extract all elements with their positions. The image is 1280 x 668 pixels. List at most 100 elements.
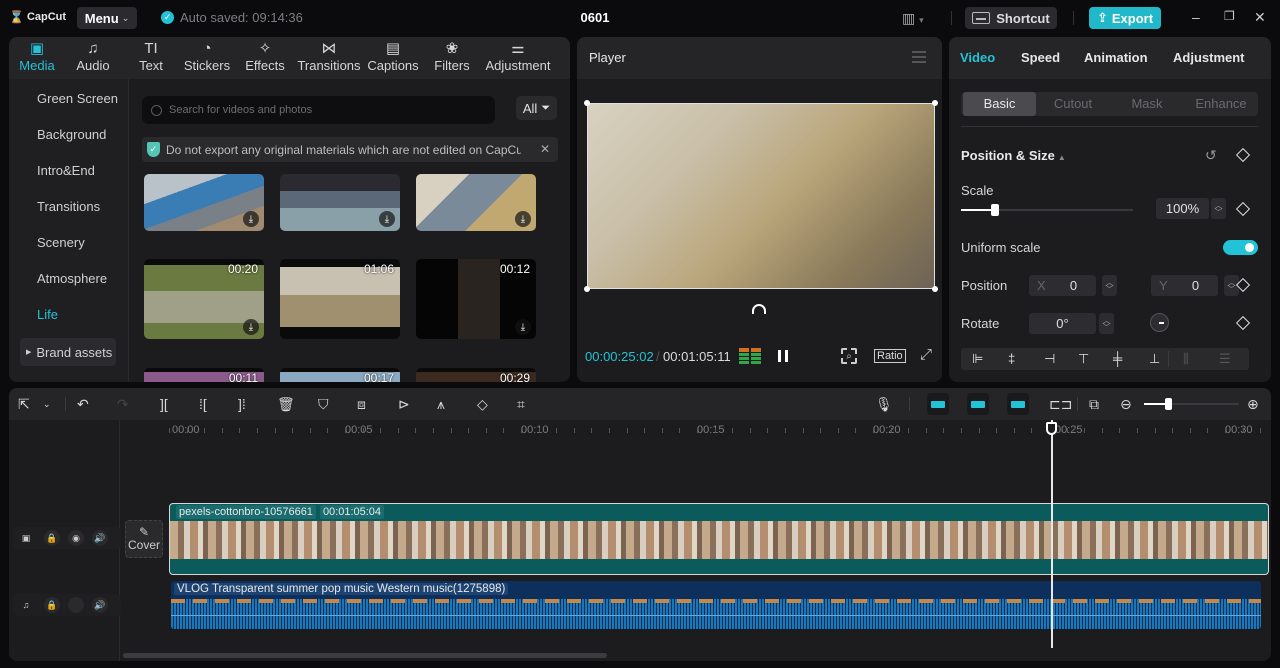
scale-slider-knob[interactable] bbox=[991, 204, 1000, 216]
download-icon[interactable]: ⤓ bbox=[515, 211, 531, 227]
reverse-icon[interactable]: ⊳ bbox=[398, 395, 410, 413]
nav-item-green-screen[interactable]: Green Screen bbox=[37, 91, 118, 106]
zoom-slider-knob[interactable] bbox=[1164, 398, 1172, 410]
align-middle-v-icon[interactable]: ╪ bbox=[1113, 351, 1122, 366]
brand-assets-item[interactable]: ▶ Brand assets bbox=[20, 338, 116, 366]
media-thumbnail[interactable]: ⤓ bbox=[280, 174, 400, 231]
resize-handle[interactable] bbox=[932, 100, 938, 106]
download-icon[interactable]: ⤓ bbox=[243, 211, 259, 227]
subtab-cutout[interactable]: Cutout bbox=[1036, 92, 1110, 116]
scale-stepper[interactable]: ︿ ﹀ bbox=[1211, 198, 1226, 219]
align-center-h-icon[interactable]: ‡ bbox=[1008, 351, 1015, 366]
media-search-input[interactable]: Search for videos and photos bbox=[142, 96, 495, 124]
align-bottom-icon[interactable]: ⊥ bbox=[1149, 351, 1160, 367]
nav-item-scenery[interactable]: Scenery bbox=[37, 235, 85, 250]
uniform-scale-toggle[interactable] bbox=[1223, 240, 1258, 255]
volume-icon[interactable]: 🔊 bbox=[92, 530, 108, 546]
align-right-icon[interactable]: ⊣ bbox=[1044, 351, 1055, 367]
tab-transitions[interactable]: ⋈ Transitions bbox=[297, 37, 361, 73]
tab-video[interactable]: Video bbox=[960, 50, 995, 65]
media-thumbnail[interactable]: ⤓ bbox=[144, 174, 264, 231]
zoom-out-icon[interactable]: ⊖ bbox=[1120, 395, 1132, 413]
split-icon[interactable]: ][ bbox=[160, 395, 168, 413]
delete-icon[interactable]: 🗑 bbox=[277, 395, 295, 413]
timeline-horizontal-scrollbar[interactable] bbox=[123, 653, 607, 658]
ratio-button[interactable]: Ratio bbox=[874, 349, 906, 363]
position-y-input[interactable]: Y0 bbox=[1151, 275, 1218, 296]
subtab-enhance[interactable]: Enhance bbox=[1184, 92, 1258, 116]
filter-all-button[interactable]: All ⏷ bbox=[516, 96, 557, 120]
mirror-icon[interactable]: ⩚ bbox=[437, 395, 445, 413]
preview-axis-icon[interactable]: ⊏⊐ bbox=[1049, 395, 1072, 413]
keyframe-icon[interactable] bbox=[1235, 315, 1251, 331]
undo-icon[interactable]: ↶ bbox=[77, 395, 89, 413]
zoom-in-icon[interactable]: ⊕ bbox=[1247, 395, 1259, 413]
media-thumbnail[interactable]: 01:06 bbox=[280, 259, 400, 339]
media-thumbnail[interactable]: 00:12 ⤓ bbox=[416, 259, 536, 339]
lock-icon[interactable]: 🔒 bbox=[44, 597, 60, 613]
position-x-input[interactable]: X0 bbox=[1029, 275, 1096, 296]
playhead-handle[interactable] bbox=[1046, 422, 1057, 435]
nav-item-atmosphere[interactable]: Atmosphere bbox=[37, 271, 107, 286]
media-thumbnail[interactable]: 00:11 bbox=[144, 368, 264, 382]
close-icon[interactable]: ✕ bbox=[1254, 9, 1266, 26]
zoom-fit-icon[interactable]: ⌕ bbox=[841, 348, 857, 364]
download-icon[interactable]: ⤓ bbox=[379, 211, 395, 227]
close-notice-icon[interactable]: ✕ bbox=[540, 142, 550, 156]
eye-icon[interactable]: ◉ bbox=[68, 530, 84, 546]
media-thumbnail[interactable]: 00:20 ⤓ bbox=[144, 259, 264, 339]
tab-adjustment[interactable]: Adjustment bbox=[1173, 50, 1245, 65]
menu-button[interactable]: Menu ⌄ bbox=[77, 7, 137, 29]
download-icon[interactable]: ⤓ bbox=[515, 319, 531, 335]
volume-icon[interactable]: 🔊 bbox=[92, 597, 108, 613]
tab-captions[interactable]: ▤ Captions bbox=[365, 37, 421, 73]
resize-handle[interactable] bbox=[584, 100, 590, 106]
linkage-icon[interactable] bbox=[1007, 393, 1029, 415]
tab-effects[interactable]: ✧ Effects bbox=[243, 37, 287, 73]
restore-icon[interactable]: ❐ bbox=[1224, 9, 1235, 23]
crop-icon[interactable]: ⌗ bbox=[517, 395, 525, 413]
position-x-stepper[interactable]: ︿ ﹀ bbox=[1102, 275, 1117, 296]
tab-media[interactable]: ▣ Media bbox=[17, 37, 57, 73]
tab-filters[interactable]: ❀ Filters bbox=[433, 37, 471, 73]
nav-item-background[interactable]: Background bbox=[37, 127, 106, 142]
player-menu-icon[interactable] bbox=[912, 51, 926, 63]
lock-icon[interactable]: 🔒 bbox=[44, 530, 60, 546]
rotate-stepper[interactable]: ︿ ﹀ bbox=[1099, 313, 1114, 334]
pause-button[interactable] bbox=[778, 350, 788, 362]
playhead[interactable] bbox=[1051, 420, 1053, 648]
resize-handle[interactable] bbox=[584, 286, 590, 292]
split-right-icon[interactable]: ]⁞ bbox=[238, 395, 246, 413]
tab-audio[interactable]: ♫ Audio bbox=[73, 37, 113, 73]
auto-snap-icon[interactable] bbox=[967, 393, 989, 415]
split-left-icon[interactable]: ⁞[ bbox=[199, 395, 207, 413]
video-preview[interactable] bbox=[584, 100, 938, 292]
rotate-dial[interactable] bbox=[1150, 313, 1169, 332]
main-track-magnet-icon[interactable] bbox=[927, 393, 949, 415]
rotate-input[interactable]: 0° bbox=[1029, 313, 1096, 334]
media-thumbnail[interactable]: 00:17 bbox=[280, 368, 400, 382]
align-top-icon[interactable]: ⊤ bbox=[1078, 351, 1089, 367]
freeze-icon[interactable]: ⧈ bbox=[357, 395, 366, 413]
shortcut-button[interactable]: Shortcut bbox=[965, 7, 1057, 29]
tab-stickers[interactable]: ◔ Stickers bbox=[183, 37, 231, 73]
timeline-zoom-slider[interactable] bbox=[1144, 398, 1239, 410]
align-left-icon[interactable]: ⊫ bbox=[972, 351, 983, 367]
zoom-to-fit-icon[interactable]: ⧉ bbox=[1089, 395, 1099, 413]
scale-slider[interactable] bbox=[961, 204, 1133, 216]
nav-item-intro-end[interactable]: Intro&End bbox=[37, 163, 95, 178]
scale-input[interactable]: 100% bbox=[1156, 198, 1209, 219]
layout-icon[interactable]: ▥ ▾ bbox=[902, 10, 924, 27]
download-icon[interactable]: ⤓ bbox=[243, 319, 259, 335]
export-button[interactable]: ⇪ Export bbox=[1089, 7, 1161, 29]
chevron-down-icon[interactable]: ⌄ bbox=[43, 395, 51, 413]
resize-handle[interactable] bbox=[932, 286, 938, 292]
reset-icon[interactable]: ↺ bbox=[1205, 147, 1217, 164]
cover-button[interactable]: ✎ Cover bbox=[125, 520, 163, 558]
microphone-icon[interactable]: 🎙 bbox=[875, 395, 893, 413]
marker-icon[interactable]: ⛉ bbox=[318, 395, 329, 413]
media-thumbnail[interactable]: ⤓ bbox=[416, 174, 536, 231]
tab-animation[interactable]: Animation bbox=[1084, 50, 1148, 65]
tab-speed[interactable]: Speed bbox=[1021, 50, 1060, 65]
tab-text[interactable]: TI Text bbox=[133, 37, 169, 73]
